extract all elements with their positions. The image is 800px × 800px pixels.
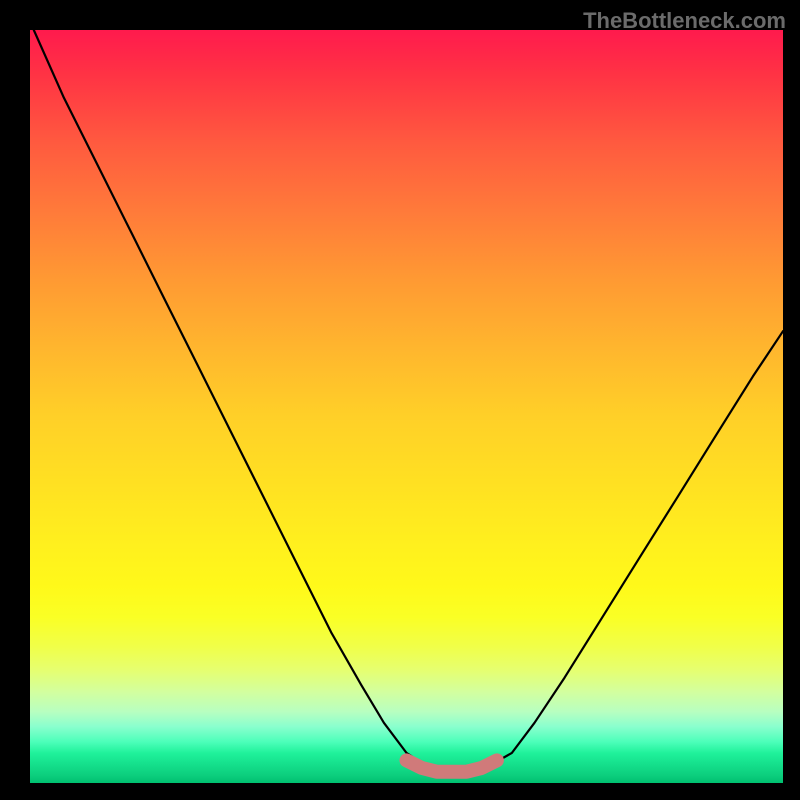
plot-area <box>30 30 783 783</box>
bottleneck-curve <box>34 30 783 772</box>
minimum-band <box>407 760 497 771</box>
watermark-text: TheBottleneck.com <box>583 8 786 34</box>
chart-svg <box>30 30 783 783</box>
